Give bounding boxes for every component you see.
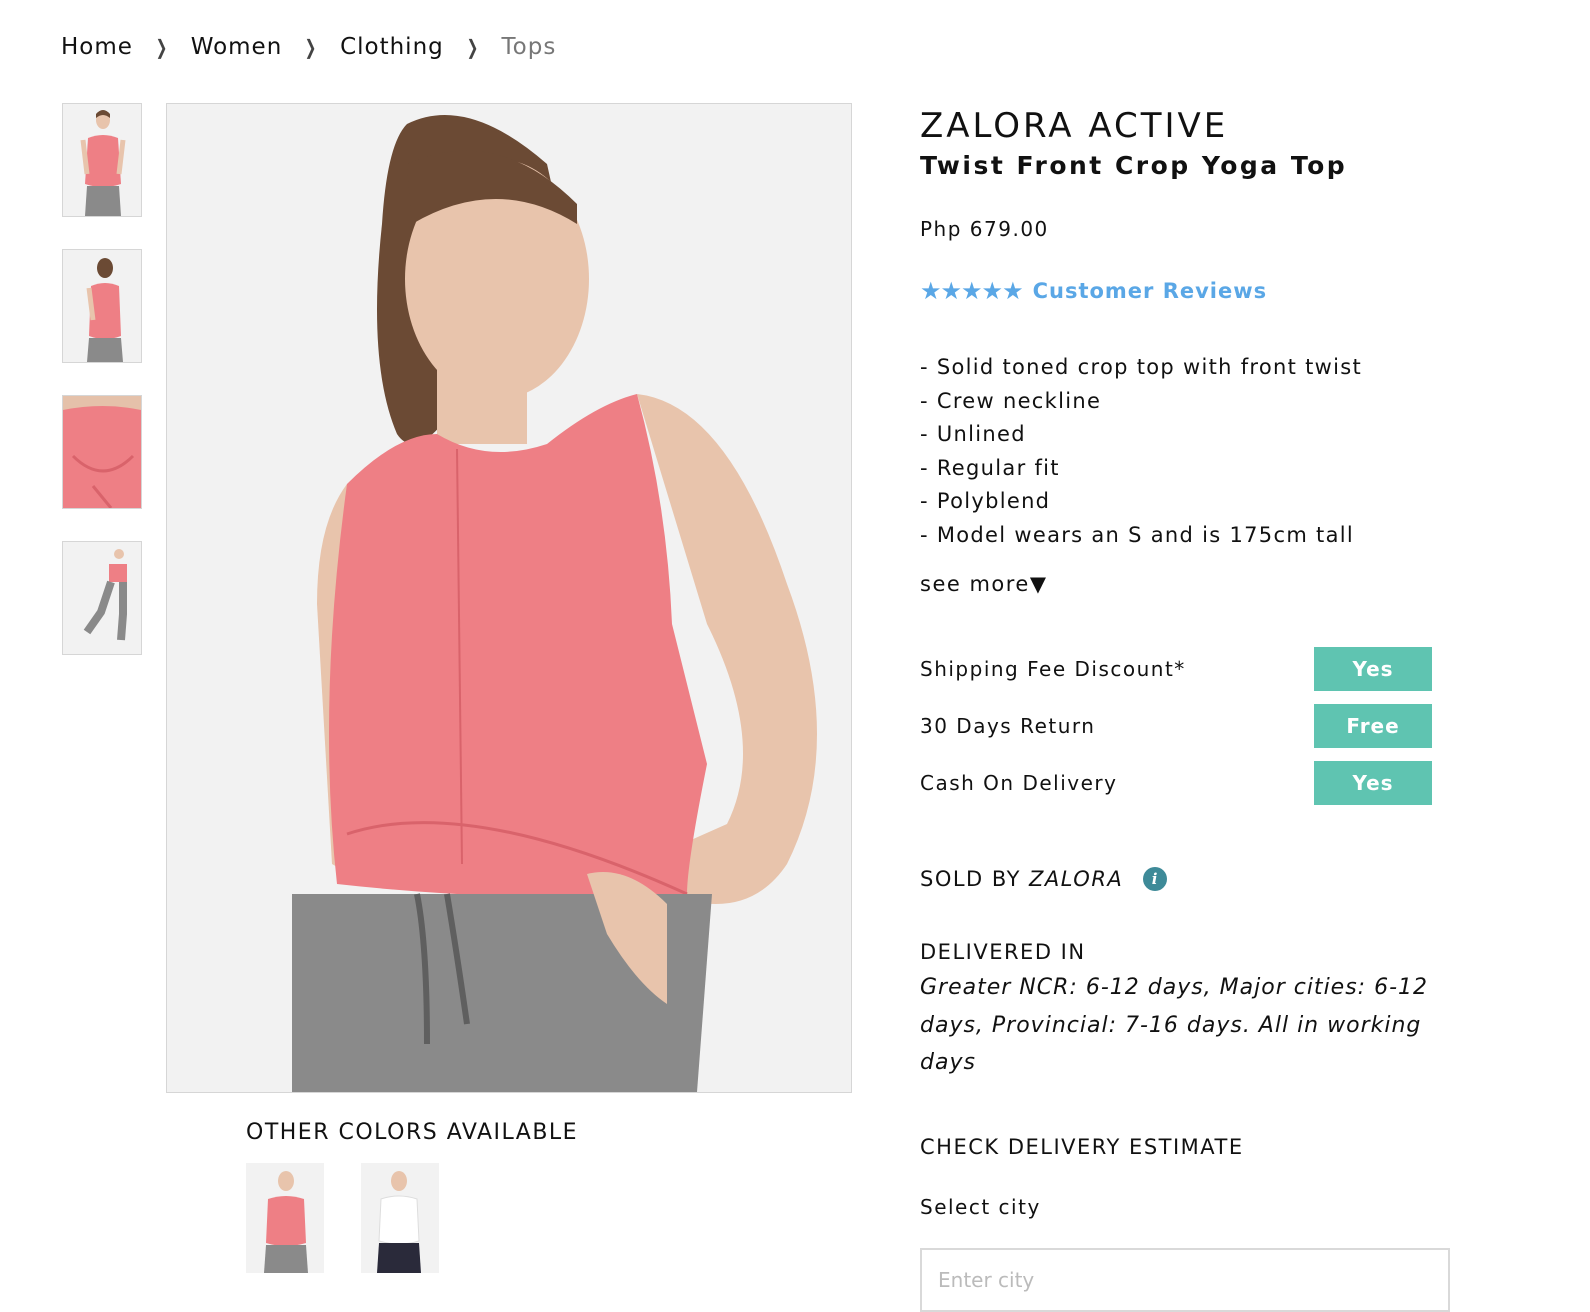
color-option-pink[interactable] [246, 1163, 324, 1273]
product-info: ZALORA ACTIVE Twist Front Crop Yoga Top … [920, 105, 1450, 1312]
feature-badge: Yes [1314, 761, 1432, 805]
product-price: Php 679.00 [920, 217, 1049, 241]
description-item: - Polyblend [920, 489, 1051, 513]
product-photo [167, 104, 851, 1092]
description-item: - Model wears an S and is 175cm tall [920, 522, 1355, 547]
feature-badge: Free [1314, 704, 1432, 748]
description-item: - Unlined [920, 422, 1026, 446]
thumbnail-list [62, 103, 142, 687]
thumbnail-back[interactable] [62, 249, 142, 363]
chevron-right-icon: ❯ [155, 35, 169, 59]
sold-by-label: SOLD BY [920, 867, 1021, 891]
color-option-white[interactable] [361, 1163, 439, 1273]
breadcrumb-tops: Tops [501, 34, 557, 60]
city-input[interactable] [920, 1248, 1450, 1312]
delivery-times: Greater NCR: 6-12 days, Major cities: 6-… [920, 975, 1429, 1075]
breadcrumb: Home ❯ Women ❯ Clothing ❯ Tops [61, 34, 556, 60]
description-item: - Regular fit [920, 455, 1060, 480]
feature-label: Cash On Delivery [920, 771, 1118, 795]
star-rating-icon: ★★★★★ [920, 277, 1024, 305]
feature-return: 30 Days Return Free [920, 704, 1432, 748]
chevron-right-icon: ❯ [466, 35, 479, 59]
product-name: Twist Front Crop Yoga Top [920, 151, 1348, 180]
thumbnail-front[interactable] [62, 103, 142, 217]
brand-name[interactable]: ZALORA ACTIVE [920, 105, 1435, 147]
feature-label: Shipping Fee Discount* [920, 657, 1186, 681]
feature-label: 30 Days Return [920, 714, 1096, 738]
feature-badge: Yes [1314, 647, 1432, 691]
feature-shipping-discount: Shipping Fee Discount* Yes [920, 647, 1432, 691]
see-more-toggle[interactable]: see more▼ [920, 572, 1048, 596]
delivered-in-title: DELIVERED IN [920, 940, 1086, 964]
chevron-right-icon: ❯ [304, 35, 318, 59]
breadcrumb-home[interactable]: Home [61, 34, 133, 60]
feature-cod: Cash On Delivery Yes [920, 761, 1432, 805]
sold-by: SOLD BY ZALORA i [920, 867, 1168, 891]
breadcrumb-clothing[interactable]: Clothing [340, 34, 444, 60]
info-icon[interactable]: i [1143, 867, 1168, 891]
select-city-label: Select city [920, 1195, 1041, 1219]
product-main-image[interactable] [166, 103, 852, 1093]
breadcrumb-women[interactable]: Women [191, 34, 283, 60]
thumbnail-full-body[interactable] [62, 541, 142, 655]
reviews-link[interactable]: ★★★★★ Customer Reviews [920, 277, 1267, 305]
thumbnail-detail[interactable] [62, 395, 142, 509]
description-item: - Solid toned crop top with front twist [920, 355, 1363, 379]
check-delivery-title: CHECK DELIVERY ESTIMATE [920, 1135, 1244, 1159]
other-colors-title: OTHER COLORS AVAILABLE [246, 1120, 579, 1145]
product-description: - Solid toned crop top with front twist … [920, 351, 1362, 552]
description-item: - Crew neckline [920, 388, 1102, 413]
seller-name: ZALORA [1029, 867, 1124, 891]
reviews-label: Customer Reviews [1032, 279, 1268, 303]
